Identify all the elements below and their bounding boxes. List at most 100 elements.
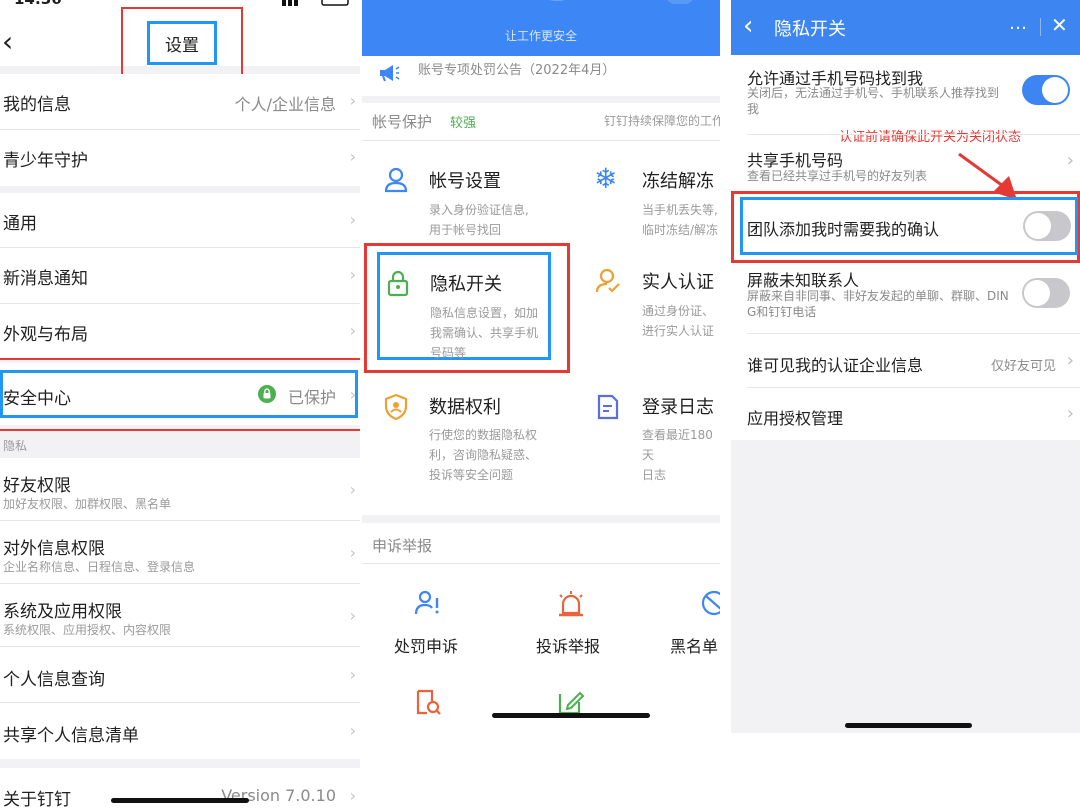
alarm-icon (559, 591, 583, 617)
chevron-right-icon: › (349, 606, 356, 625)
chevron-right-icon: › (349, 480, 356, 499)
row-my-info[interactable]: 我的信息 个人/企业信息 › (0, 74, 360, 129)
tile-desc: 录入身份验证信息, 用于帐号找回 (429, 203, 529, 237)
chevron-right-icon: › (349, 786, 356, 805)
divider (1040, 18, 1041, 36)
shield-arc-graphic (550, 0, 564, 1)
report-item-complaint[interactable]: 投诉举报 (526, 585, 616, 661)
person-alert-icon (414, 590, 439, 615)
privacy-switch-panel: ‹ 隐私开关 … ✕ 允许通过手机号码找到我 关闭后，无法通过手机号、手机联系人… (731, 0, 1080, 810)
setting-desc: 屏蔽来自非同事、非好友发起的单聊、群聊、DIN G和钉钉电话 (747, 289, 1009, 319)
report-item-blacklist[interactable]: 黑名单 (662, 585, 720, 661)
chevron-right-icon: › (1066, 150, 1074, 171)
row-general[interactable]: 通用 › (0, 193, 360, 248)
lock-icon (387, 270, 409, 297)
privacy-settings-list: 允许通过手机号码找到我 关闭后，无法通过手机号、手机联系人推荐找到我 认证前请确… (731, 55, 1080, 440)
strength-badge: 较强 (450, 116, 477, 131)
chevron-right-icon: › (1066, 403, 1074, 424)
setting-desc: 查看已经共享过手机号的好友列表 (747, 169, 928, 183)
row-appearance[interactable]: 外观与布局 › (0, 304, 360, 358)
search-document-icon[interactable] (414, 688, 442, 716)
home-indicator (845, 723, 972, 728)
report-item-label: 投诉举报 (536, 637, 601, 656)
tile-data-rights[interactable]: 数据权利 行使您的数据隐私权 利，咨询隐私疑惑、 投诉等安全问题 (362, 381, 572, 491)
status-icons (282, 0, 349, 6)
setting-value: 仅好友可见 (990, 359, 1056, 374)
tile-desc: 行使您的数据隐私权 利，咨询隐私疑惑、 投诉等安全问题 (429, 428, 538, 482)
divider (362, 563, 720, 564)
row-value: 个人/企业信息 (234, 95, 336, 114)
status-time: 14:36 (14, 0, 62, 8)
tile-account-settings[interactable]: 帐号设置 录入身份验证信息, 用于帐号找回 (362, 148, 562, 238)
row-youth-protection[interactable]: 青少年守护 › (0, 130, 360, 186)
section-note: 钉钉持续保障您的工作 (604, 114, 720, 128)
row-personal-info-query[interactable]: 个人信息查询 › (0, 647, 360, 702)
back-icon[interactable]: ‹ (2, 28, 13, 56)
setting-share-phone[interactable]: 共享手机号码 查看已经共享过手机号的好友列表 › (731, 135, 1080, 189)
back-icon[interactable]: ‹ (743, 12, 753, 40)
tile-real-name-auth[interactable]: 实人认证 通过身份证、 进行实人认证 (574, 253, 720, 363)
privacy-header: ‹ 隐私开关 … ✕ (731, 0, 1080, 55)
row-label: 个人信息查询 (3, 670, 105, 690)
chevron-right-icon: › (349, 385, 356, 404)
section-title: 申诉举报 (372, 537, 433, 555)
megaphone-icon (380, 65, 400, 82)
tile-title: 实人认证 (642, 272, 714, 293)
row-friend-permissions[interactable]: 好友权限 加好友权限、加群权限、黑名单 › (0, 458, 360, 520)
chevron-right-icon: › (349, 265, 356, 284)
tile-desc: 通过身份证、 进行实人认证 (642, 304, 715, 338)
divider (362, 140, 720, 141)
tile-title: 冻结解冻 (642, 171, 714, 192)
more-icon[interactable]: … (1009, 13, 1027, 34)
snowflake-icon: ❄ (594, 162, 618, 195)
account-protection-section: 帐号保护 较强 钉钉持续保障您的工作 帐号设置 录入身份验证信息, 用于帐号找回 … (362, 103, 720, 515)
section-title: 帐号保护 (372, 113, 433, 131)
tile-desc: 查看最近180天 日志 (642, 428, 713, 482)
close-icon[interactable]: ✕ (1051, 13, 1068, 37)
tile-title: 帐号设置 (429, 171, 501, 192)
toggle-find-by-phone[interactable] (1022, 75, 1070, 105)
page-title: 设置 (147, 21, 217, 65)
notice-bar[interactable]: 账号专项处罚公告（2022年4月） (362, 56, 720, 96)
row-label: 共享个人信息清单 (3, 726, 139, 746)
row-external-info[interactable]: 对外信息权限 企业名称信息、日程信息、登录信息 › (0, 521, 360, 583)
home-indicator (492, 713, 650, 718)
tile-freeze[interactable]: ❄ 冻结解冻 当手机丢失等, 临时冻结/解冻 (574, 148, 720, 238)
row-about[interactable]: 关于钉钉 Version 7.0.10 › (0, 768, 360, 810)
row-label: 安全中心 (3, 389, 71, 409)
setting-title: 谁可见我的认证企业信息 (747, 356, 924, 375)
row-notifications[interactable]: 新消息通知 › (0, 248, 360, 303)
report-section: 申诉举报 处罚申诉 投诉举报 黑名单 (362, 523, 720, 810)
row-system-permissions[interactable]: 系统及应用权限 系统权限、应用授权、内容权限 › (0, 584, 360, 646)
chevron-right-icon: › (349, 721, 356, 740)
highlight-line-bottom (0, 429, 360, 431)
banner-text: 让工作更安全 (504, 29, 577, 43)
setting-auth-visibility[interactable]: 谁可见我的认证企业信息 仅好友可见 › (731, 334, 1080, 387)
row-shared-info-list[interactable]: 共享个人信息清单 › (0, 703, 360, 759)
row-subtitle: 企业名称信息、日程信息、登录信息 (3, 560, 196, 574)
toggle-block-unknown[interactable] (1022, 278, 1070, 308)
highlight-line-top (0, 358, 360, 360)
tile-title: 隐私开关 (430, 274, 502, 295)
tile-privacy-switch[interactable]: 隐私开关 隐私信息设置，如加 我需确认、共享手机 号码等 (377, 252, 551, 360)
security-status: 已保护 (287, 388, 336, 407)
chevron-right-icon: › (349, 91, 356, 110)
chevron-right-icon: › (349, 665, 356, 684)
setting-find-by-phone: 允许通过手机号码找到我 关闭后，无法通过手机号、手机联系人推荐找到我 (731, 55, 1080, 130)
setting-app-authorization[interactable]: 应用授权管理 › (731, 388, 1080, 440)
home-indicator (111, 798, 249, 803)
row-subtitle: 系统权限、应用授权、内容权限 (3, 623, 172, 637)
tile-desc: 隐私信息设置，如加 我需确认、共享手机 号码等 (430, 306, 539, 360)
row-label: 关于钉钉 (3, 790, 71, 810)
tile-login-log[interactable]: 登录日志 查看最近180天 日志 (574, 381, 720, 491)
row-security-center[interactable]: 安全中心 已保护 › (0, 363, 360, 425)
report-item-appeal[interactable]: 处罚申诉 (382, 585, 472, 661)
edit-icon[interactable] (556, 688, 584, 716)
toggle-team-add-confirm[interactable] (1023, 211, 1071, 241)
block-icon (701, 590, 720, 616)
banner-button[interactable] (666, 0, 694, 4)
row-subtitle: 加好友权限、加群权限、黑名单 (3, 497, 172, 511)
setting-title: 团队添加我时需要我的确认 (747, 220, 940, 239)
row-label: 对外信息权限 (3, 539, 105, 559)
row-label: 青少年守护 (3, 151, 88, 171)
